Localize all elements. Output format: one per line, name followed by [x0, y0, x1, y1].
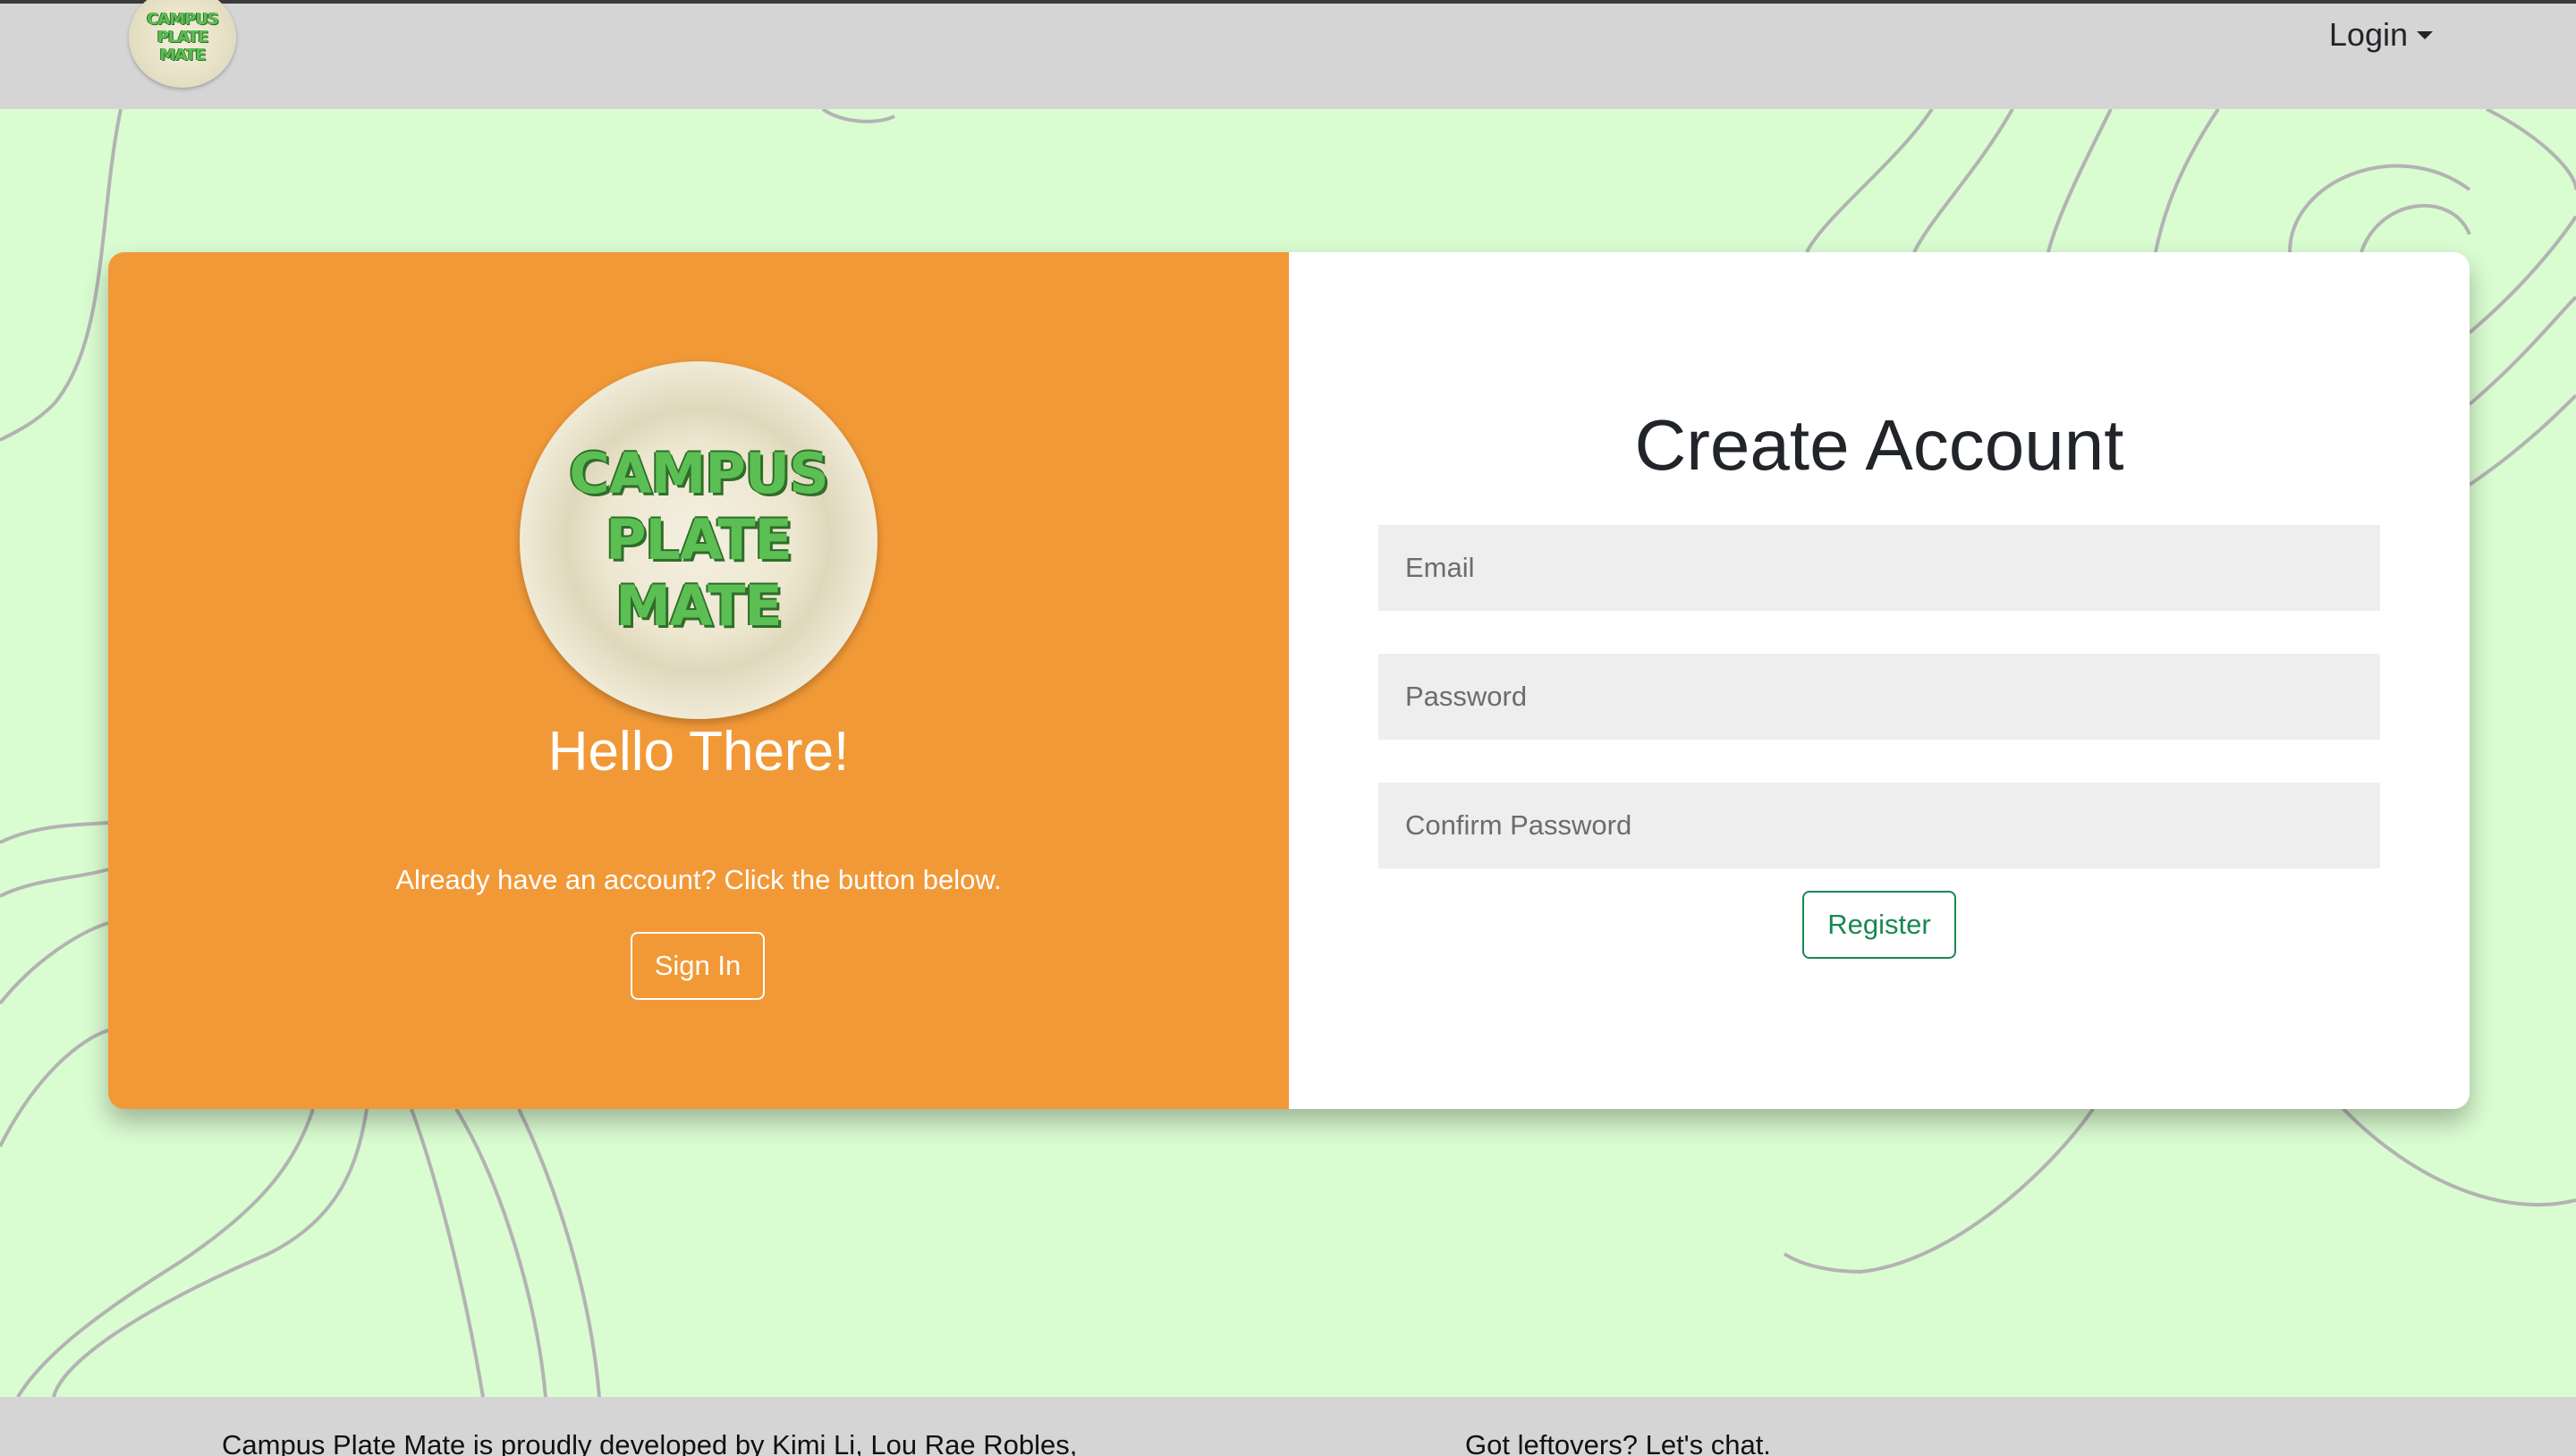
logo-line: PLATE: [606, 507, 792, 572]
campus-plate-mate-logo: CAMPUS PLATE MATE: [520, 361, 877, 719]
footer-credits: Campus Plate Mate is proudly developed b…: [222, 1429, 1078, 1456]
confirm-password-field[interactable]: [1378, 783, 2380, 868]
signin-prompt: Already have an account? Click the butto…: [395, 864, 1002, 895]
navbar: CAMPUS PLATE MATE Login: [0, 0, 2576, 109]
logo-line: PLATE: [157, 28, 209, 47]
sign-in-button[interactable]: Sign In: [631, 932, 765, 1000]
register-button[interactable]: Register: [1802, 891, 1956, 959]
brand-logo[interactable]: CAMPUS PLATE MATE: [129, 0, 236, 88]
welcome-panel: CAMPUS PLATE MATE Hello There! Already h…: [108, 252, 1289, 1109]
login-dropdown-label: Login: [2328, 16, 2408, 53]
register-panel: Create Account Register: [1289, 252, 2470, 1109]
logo-line: CAMPUS: [569, 441, 829, 506]
logo-line: CAMPUS: [147, 10, 219, 29]
logo-line: MATE: [159, 46, 206, 64]
password-field[interactable]: [1378, 654, 2380, 740]
footer-contact-heading: Got leftovers? Let's chat.: [1465, 1429, 1771, 1456]
login-dropdown[interactable]: Login: [2329, 16, 2433, 54]
chevron-down-icon: [2417, 30, 2433, 39]
greeting-heading: Hello There!: [547, 721, 850, 783]
page-title: Create Account: [1634, 405, 2124, 485]
logo-line: MATE: [615, 573, 783, 639]
auth-card: CAMPUS PLATE MATE Hello There! Already h…: [108, 252, 2470, 1109]
email-field[interactable]: [1378, 525, 2380, 611]
footer: Campus Plate Mate is proudly developed b…: [0, 1397, 2576, 1456]
